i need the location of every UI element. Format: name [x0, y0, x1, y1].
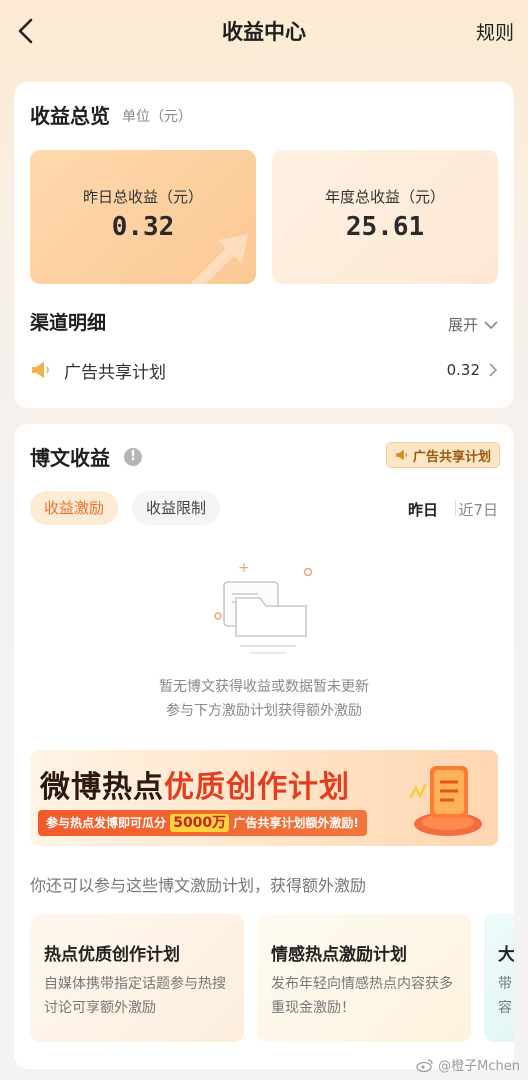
ad-share-badge-label: 广告共享计划 — [412, 449, 491, 465]
banner-title-part2: 优质创作计划 — [164, 770, 350, 805]
overview-title: 收益总览 — [30, 104, 110, 128]
plan-desc: 发布年轻向情感热点内容获多重现金激励！ — [271, 976, 453, 1016]
empty-folder-icon: + — [214, 560, 313, 654]
watermark: @橙子Mchen — [416, 1055, 520, 1074]
ad-share-badge[interactable]: 广告共享计划 — [385, 442, 500, 468]
period-yesterday[interactable]: 昨日 — [408, 499, 438, 520]
yesterday-earnings-value: 0.32 — [111, 212, 175, 242]
plan-card-partial[interactable]: 大 带容 — [484, 914, 514, 1042]
tab-earnings-incentive[interactable]: 收益激励 — [30, 491, 119, 525]
period-divider — [455, 500, 456, 516]
banner-strip-part1: 参与热点发博即可瓜分 — [46, 816, 167, 830]
plan-desc: 带容 — [498, 976, 512, 1016]
scroll-document-icon — [408, 766, 482, 836]
expand-label: 展开 — [447, 316, 478, 334]
tab-earnings-limit[interactable]: 收益限制 — [132, 491, 221, 525]
chevron-down-icon — [484, 320, 498, 329]
hot-topic-plan-banner[interactable]: 微博热点优质创作计划 参与热点发博即可瓜分 5000万 广告共享计划额外激励! — [30, 750, 498, 846]
yesterday-earnings-box[interactable]: 昨日总收益（元） 0.32 — [30, 150, 256, 284]
watermark-text: @橙子Mchen — [438, 1059, 520, 1074]
info-icon[interactable]: ! — [124, 448, 142, 466]
overview-card: 收益总览 单位（元） 昨日总收益（元） 0.32 年度总收益（元） 25.61 … — [14, 82, 514, 408]
plan-title: 大 — [498, 945, 514, 965]
annual-earnings-value: 25.61 — [345, 212, 425, 242]
megaphone-icon — [32, 362, 49, 378]
period-7-days[interactable]: 近7日 — [458, 499, 498, 520]
top-bar: 收益中心 规则 — [0, 0, 528, 64]
post-earnings-title: 博文收益 — [30, 446, 110, 470]
banner-title-part1: 微博热点 — [40, 770, 164, 805]
banner-title: 微博热点优质创作计划 — [40, 762, 350, 806]
channel-name: 广告共享计划 — [64, 362, 166, 383]
annual-earnings-label: 年度总收益（元） — [324, 188, 445, 206]
channel-detail-title: 渠道明细 — [30, 312, 107, 334]
banner-subtitle: 参与热点发博即可瓜分 5000万 广告共享计划额外激励! — [38, 810, 367, 836]
annual-earnings-box[interactable]: 年度总收益（元） 25.61 — [272, 150, 498, 284]
plan-desc: 自媒体携带指定话题参与热搜讨论可享额外激励 — [44, 976, 226, 1016]
plan-title: 热点优质创作计划 — [44, 945, 180, 965]
unit-label: 单位（元） — [122, 109, 192, 125]
empty-message-line1: 暂无博文获得收益或数据暂未更新 — [159, 679, 369, 695]
plan-card-emotion[interactable]: 情感热点激励计划 发布年轻向情感热点内容获多重现金激励！ — [257, 914, 471, 1042]
banner-strip-highlight: 5000万 — [170, 814, 230, 832]
megaphone-icon — [396, 449, 408, 461]
plan-title: 情感热点激励计划 — [271, 945, 407, 965]
rules-link[interactable]: 规则 — [476, 18, 514, 45]
more-plans-text: 你还可以参与这些博文激励计划，获得额外激励 — [30, 876, 367, 895]
expand-button[interactable]: 展开 — [448, 314, 498, 335]
yesterday-earnings-label: 昨日总收益（元） — [82, 188, 203, 206]
weibo-logo-icon — [416, 1058, 433, 1072]
channel-row-ad-share[interactable]: 广告共享计划 0.32 — [30, 352, 498, 388]
banner-strip-part2: 广告共享计划额外激励! — [233, 816, 359, 830]
empty-message-line2: 参与下方激励计划获得额外激励 — [166, 703, 362, 719]
post-earnings-card: 博文收益 ! 广告共享计划 收益激励 收益限制 昨日 近7日 + 暂无博文获得收… — [14, 424, 514, 1069]
chevron-right-icon — [489, 363, 498, 377]
plan-card-hot-topic[interactable]: 热点优质创作计划 自媒体携带指定话题参与热搜讨论可享额外激励 — [30, 914, 244, 1042]
page-title: 收益中心 — [222, 20, 306, 44]
channel-value: 0.32 — [446, 361, 480, 379]
svg-text:+: + — [238, 560, 250, 576]
